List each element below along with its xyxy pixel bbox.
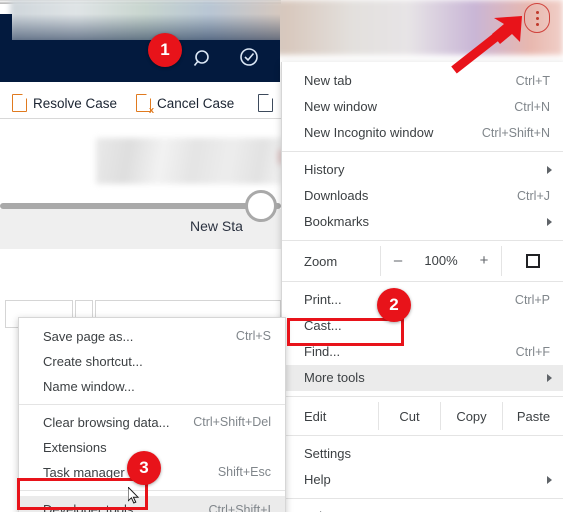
- menu-item-label: Settings: [304, 446, 351, 461]
- menu-item-label: New Incognito window: [304, 125, 434, 140]
- more-tools-menu-item[interactable]: More tools: [282, 365, 563, 391]
- menu-item-new-incognito-window[interactable]: New Incognito window Ctrl+Shift+N: [282, 120, 563, 146]
- menu-item-settings[interactable]: Settings: [282, 441, 563, 467]
- mouse-cursor: [128, 487, 140, 504]
- menu-item-accelerator: Shift+Esc: [217, 465, 271, 479]
- resolve-case-button[interactable]: Resolve Case: [12, 94, 117, 112]
- cancel-case-button[interactable]: x Cancel Case: [136, 94, 235, 115]
- status-label: New Sta: [190, 218, 243, 234]
- document-icon: [12, 94, 27, 112]
- blurred-record-text: [96, 138, 284, 184]
- menu-item-label: Find...: [304, 344, 341, 359]
- process-slider-knob[interactable]: [245, 190, 277, 222]
- menu-item-bookmarks[interactable]: Bookmarks: [282, 209, 563, 235]
- menu-item-help[interactable]: Help: [282, 467, 563, 493]
- menu-item-accelerator: Ctrl+Shift+I: [208, 503, 271, 512]
- menu-separator: [282, 151, 563, 152]
- menu-item-label: New window: [304, 99, 377, 114]
- menu-item-label: Bookmarks: [304, 214, 370, 229]
- form-button[interactable]: [258, 94, 273, 112]
- cancel-case-label: Cancel Case: [157, 95, 235, 111]
- chevron-right-icon: [547, 374, 552, 382]
- menu-item-label: Create shortcut...: [43, 354, 143, 369]
- resolve-case-label: Resolve Case: [33, 95, 118, 111]
- chevron-right-icon: [547, 476, 552, 484]
- annotation-arrow: [451, 16, 522, 74]
- zoom-controls[interactable]: – 100% +: [380, 246, 501, 276]
- zoom-out-button[interactable]: –: [381, 246, 415, 276]
- menu-item-accelerator: Ctrl+F: [515, 345, 550, 359]
- menu-zoom-row[interactable]: Zoom – 100% +: [282, 246, 563, 276]
- menu-item-accelerator: Ctrl+P: [514, 293, 550, 307]
- menu-separator: [19, 490, 285, 491]
- browser-main-menu[interactable]: New tab Ctrl+T New window Ctrl+N New Inc…: [281, 62, 563, 512]
- developer-tools-menu-item[interactable]: Developer tools Ctrl+Shift+I: [19, 496, 285, 512]
- copy-button[interactable]: Copy: [440, 402, 502, 430]
- menu-item-accelerator: Ctrl+Shift+N: [481, 126, 550, 140]
- menu-item-label: Cast...: [304, 318, 342, 333]
- check-circle-icon[interactable]: [238, 46, 260, 73]
- annotation-marker-1: 1: [148, 33, 182, 67]
- chevron-right-icon: [547, 218, 552, 226]
- edit-label: Edit: [304, 408, 327, 424]
- menu-separator: [282, 396, 563, 397]
- fullscreen-button[interactable]: [501, 246, 563, 276]
- menu-item-new-window[interactable]: New window Ctrl+N: [282, 94, 563, 120]
- menu-item-label: History: [304, 162, 345, 177]
- submenu-item-save-page-as[interactable]: Save page as... Ctrl+S: [19, 324, 285, 349]
- zoom-label: Zoom: [304, 253, 338, 269]
- screenshot-stage: Resolve Case x Cancel Case New Sta Dynam…: [0, 0, 563, 512]
- document-cancel-icon: x: [136, 94, 154, 115]
- form-icon: [258, 94, 273, 112]
- menu-separator: [282, 281, 563, 282]
- chevron-right-icon: [547, 166, 552, 174]
- zoom-level-value: 100%: [424, 253, 458, 268]
- menu-item-print[interactable]: Print... Ctrl+P: [282, 287, 563, 313]
- menu-item-history[interactable]: History: [282, 157, 563, 183]
- menu-item-label: Help: [304, 472, 331, 487]
- menu-edit-row[interactable]: Edit Cut Copy Paste: [282, 402, 563, 430]
- menu-separator: [282, 435, 563, 436]
- menu-item-label: Clear browsing data...: [43, 415, 170, 430]
- submenu-item-clear-browsing-data[interactable]: Clear browsing data... Ctrl+Shift+Del: [19, 410, 285, 435]
- menu-item-label: Developer tools: [43, 502, 134, 512]
- search-icon[interactable]: [192, 48, 214, 75]
- paste-button[interactable]: Paste: [502, 402, 563, 430]
- menu-item-find[interactable]: Find... Ctrl+F: [282, 339, 563, 365]
- menu-item-label: More tools: [304, 370, 365, 385]
- annotation-marker-2: 2: [377, 288, 411, 322]
- menu-item-downloads[interactable]: Downloads Ctrl+J: [282, 183, 563, 209]
- menu-item-label: Downloads: [304, 188, 369, 203]
- menu-item-cast[interactable]: Cast...: [282, 313, 563, 339]
- menu-item-exit[interactable]: Exit: [282, 504, 563, 512]
- menu-item-accelerator: Ctrl+J: [517, 189, 550, 203]
- annotation-marker-3: 3: [127, 451, 161, 485]
- menu-item-label: Name window...: [43, 379, 135, 394]
- submenu-item-name-window[interactable]: Name window...: [19, 374, 285, 399]
- zoom-in-button[interactable]: +: [467, 246, 501, 276]
- menu-item-accelerator: Ctrl+Shift+Del: [193, 415, 271, 429]
- process-slider-track[interactable]: [0, 203, 281, 209]
- fullscreen-icon: [526, 254, 540, 268]
- menu-item-label: Exit: [304, 504, 550, 512]
- submenu-item-create-shortcut[interactable]: Create shortcut...: [19, 349, 285, 374]
- menu-item-accelerator: Ctrl+N: [514, 100, 550, 114]
- menu-separator: [282, 240, 563, 241]
- cut-button[interactable]: Cut: [378, 402, 440, 430]
- menu-separator: [19, 404, 285, 405]
- menu-item-label: Save page as...: [43, 329, 134, 344]
- menu-item-accelerator: Ctrl+S: [235, 329, 271, 343]
- menu-separator: [282, 498, 563, 499]
